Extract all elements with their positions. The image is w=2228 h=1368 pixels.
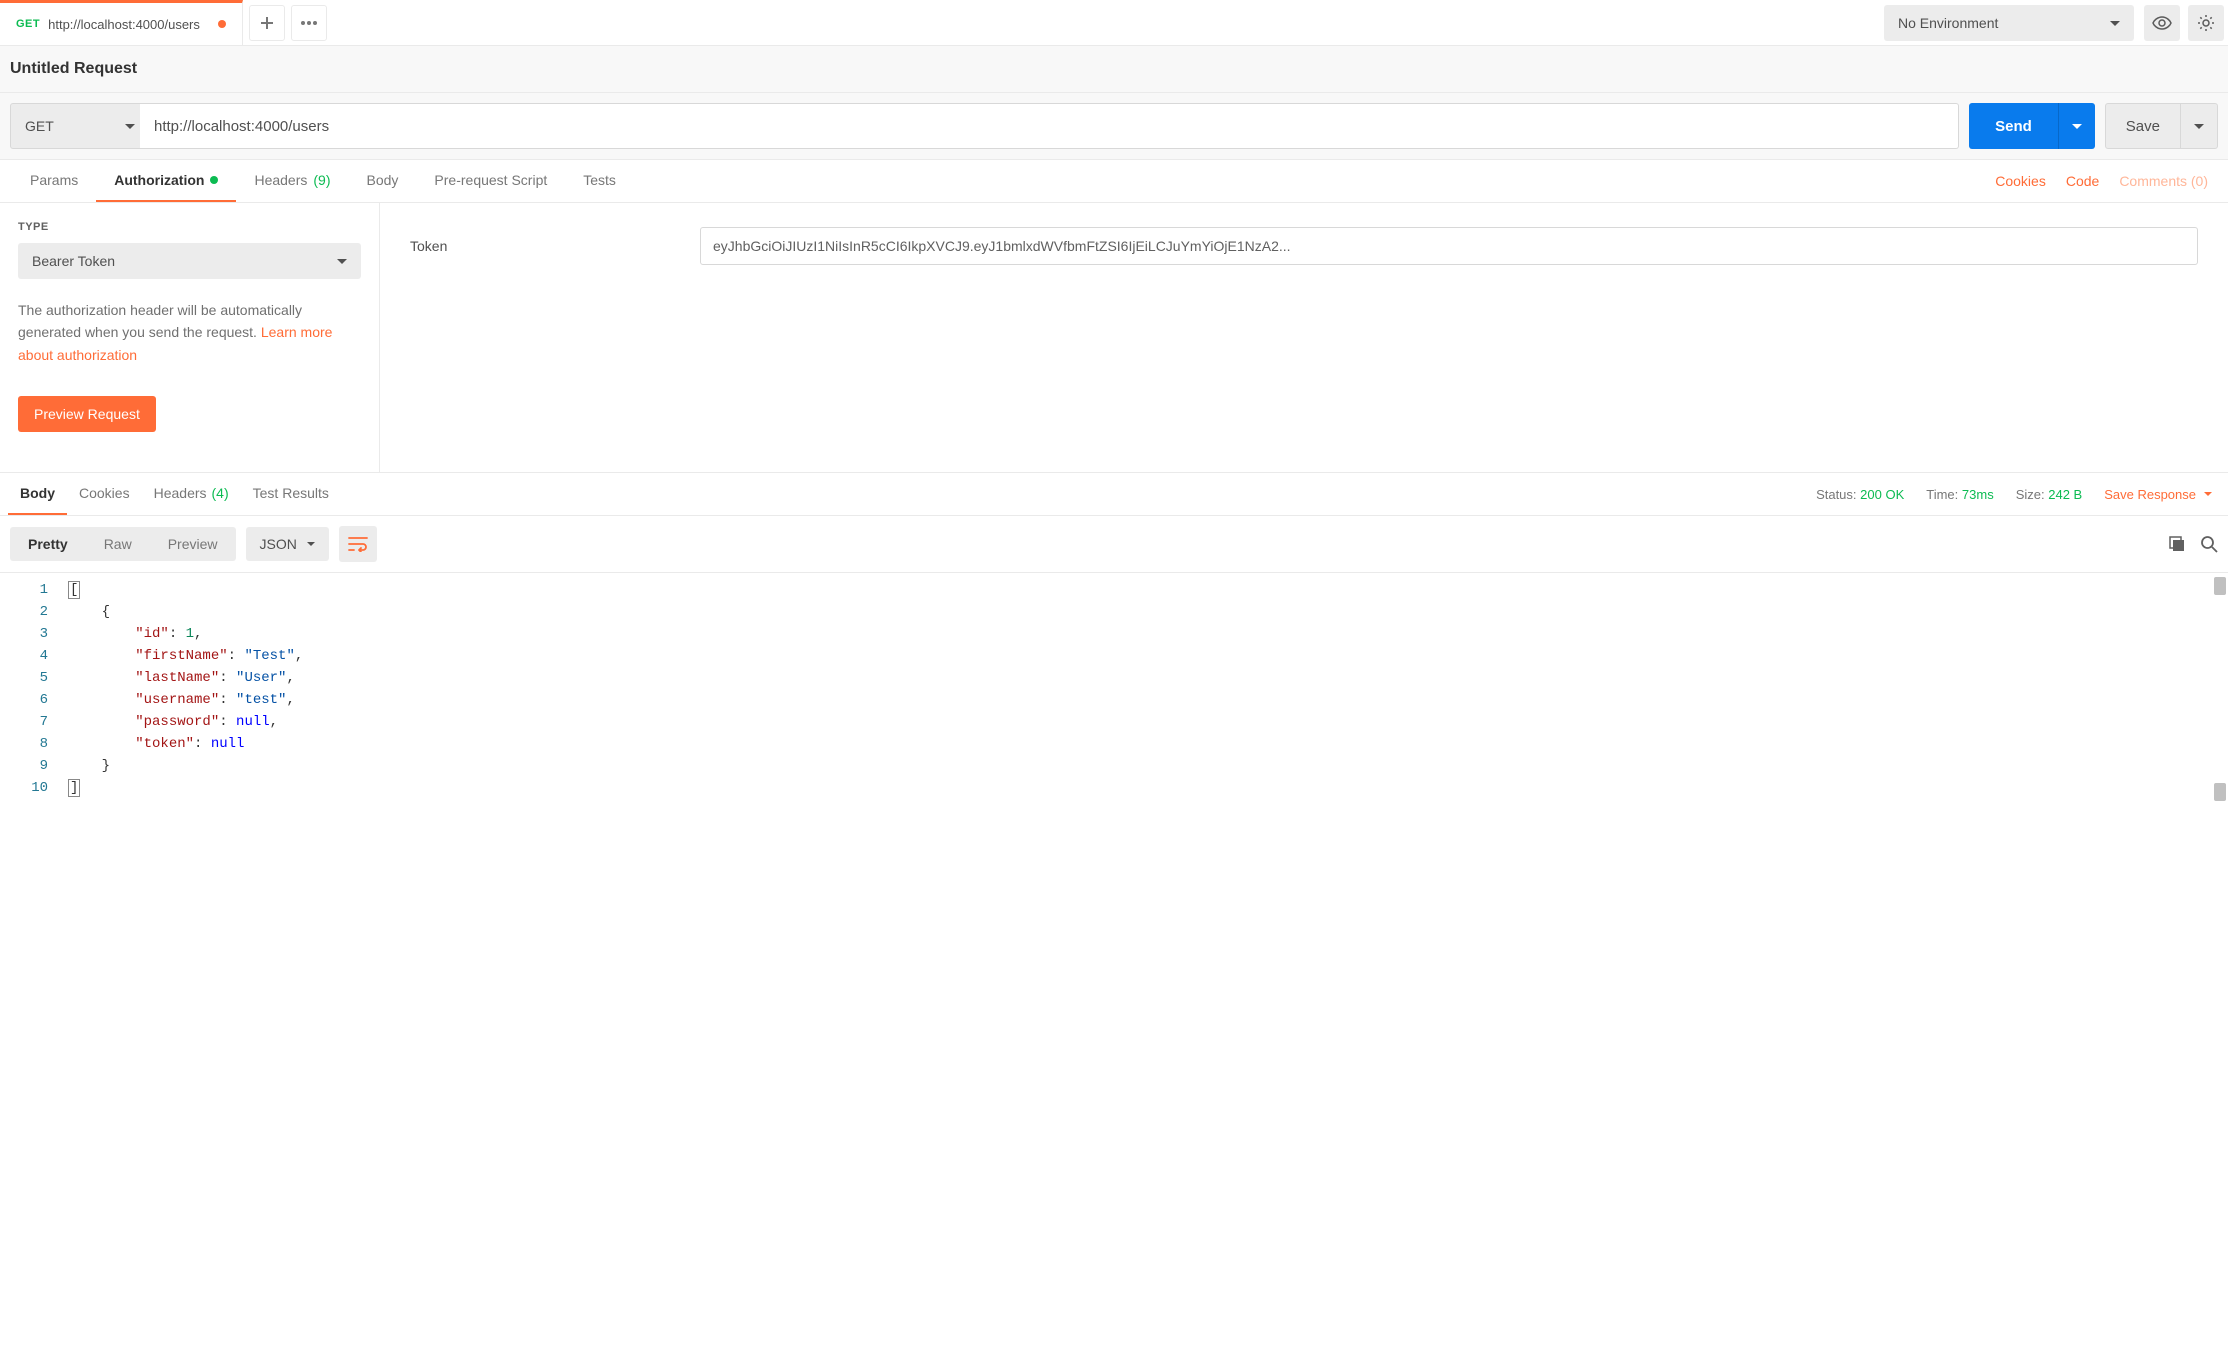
line-gutter: 1 2 3 4 5 6 7 8 9 10	[0, 573, 68, 805]
send-options-button[interactable]	[2059, 103, 2095, 149]
copy-button[interactable]	[2168, 535, 2186, 553]
eye-icon	[2152, 16, 2172, 30]
top-bar: GET http://localhost:4000/users No Envir…	[0, 0, 2228, 46]
tab-body[interactable]: Body	[349, 160, 417, 202]
resp-tab-test-results[interactable]: Test Results	[241, 473, 341, 515]
environment-quicklook-button[interactable]	[2144, 5, 2180, 41]
view-preview[interactable]: Preview	[150, 527, 236, 561]
auth-left-pane: TYPE Bearer Token The authorization head…	[0, 203, 380, 472]
wrap-icon	[348, 536, 368, 552]
search-icon	[2200, 535, 2218, 553]
auth-right-pane: Token	[380, 203, 2228, 472]
scrollbar-thumb[interactable]	[2214, 577, 2226, 595]
time-meta: Time: 73ms	[1926, 487, 1993, 502]
resp-tab-cookies[interactable]: Cookies	[67, 473, 142, 515]
http-method-select[interactable]: GET	[10, 103, 150, 149]
ellipsis-icon	[301, 21, 317, 25]
resp-tab-body[interactable]: Body	[8, 473, 67, 515]
copy-icon	[2168, 535, 2186, 553]
code-line: "username": "test",	[68, 689, 2228, 711]
new-tab-button[interactable]	[249, 5, 285, 41]
format-select[interactable]: JSON	[246, 527, 329, 561]
gear-icon	[2197, 14, 2215, 32]
code-lines[interactable]: [ { "id": 1, "firstName": "Test", "lastN…	[68, 573, 2228, 805]
response-tabs: Body Cookies Headers (4) Test Results St…	[0, 473, 2228, 516]
url-input[interactable]	[140, 103, 1959, 149]
size-meta: Size: 242 B	[2016, 487, 2083, 502]
settings-button[interactable]	[2188, 5, 2224, 41]
save-button[interactable]: Save	[2105, 103, 2218, 149]
save-options-button[interactable]	[2181, 104, 2217, 148]
cookies-link[interactable]: Cookies	[1995, 173, 2046, 189]
chevron-down-icon	[307, 542, 315, 546]
request-title: Untitled Request	[10, 60, 2218, 78]
response-body: 1 2 3 4 5 6 7 8 9 10 [ { "id": 1, "first…	[0, 573, 2228, 805]
send-label: Send	[1969, 103, 2059, 149]
code-line: "token": null	[68, 733, 2228, 755]
code-line: [	[68, 579, 2228, 601]
tab-authorization[interactable]: Authorization	[96, 160, 236, 202]
code-line: }	[68, 755, 2228, 777]
view-pretty[interactable]: Pretty	[10, 527, 86, 561]
auth-type-label: TYPE	[18, 221, 361, 233]
code-line: {	[68, 601, 2228, 623]
authorization-panel: TYPE Bearer Token The authorization head…	[0, 203, 2228, 473]
request-title-row: Untitled Request	[0, 46, 2228, 93]
wrap-lines-button[interactable]	[339, 526, 377, 562]
code-line: ]	[68, 777, 2228, 799]
chevron-down-icon	[2072, 124, 2082, 129]
send-button[interactable]: Send	[1969, 103, 2095, 149]
response-view-controls: Pretty Raw Preview JSON	[0, 516, 2228, 573]
code-line: "password": null,	[68, 711, 2228, 733]
auth-note: The authorization header will be automat…	[18, 299, 361, 366]
tab-params[interactable]: Params	[12, 160, 96, 202]
tab-headers[interactable]: Headers (9)	[236, 160, 348, 202]
chevron-down-icon	[125, 124, 135, 129]
tab-prerequest[interactable]: Pre-request Script	[416, 160, 565, 202]
view-mode-segment: Pretty Raw Preview	[10, 527, 236, 561]
view-raw[interactable]: Raw	[86, 527, 150, 561]
chevron-down-icon	[2110, 21, 2120, 26]
environment-label: No Environment	[1898, 15, 1998, 31]
request-tabs: Params Authorization Headers (9) Body Pr…	[0, 160, 2228, 203]
search-button[interactable]	[2200, 535, 2218, 553]
format-label: JSON	[260, 536, 297, 552]
tab-url: http://localhost:4000/users	[48, 17, 200, 32]
code-line: "lastName": "User",	[68, 667, 2228, 689]
scrollbar-thumb[interactable]	[2214, 783, 2226, 801]
auth-type-select[interactable]: Bearer Token	[18, 243, 361, 279]
code-line: "firstName": "Test",	[68, 645, 2228, 667]
token-label: Token	[410, 238, 670, 254]
unsaved-dot-icon	[218, 20, 226, 28]
auth-type-value: Bearer Token	[32, 253, 115, 269]
chevron-down-icon	[2194, 124, 2204, 129]
chevron-down-icon	[337, 259, 347, 264]
save-response-button[interactable]: Save Response	[2104, 487, 2212, 502]
chevron-down-icon	[2204, 492, 2212, 496]
http-method-label: GET	[25, 118, 54, 134]
tab-options-button[interactable]	[291, 5, 327, 41]
save-label: Save	[2106, 104, 2181, 148]
code-line: "id": 1,	[68, 623, 2228, 645]
code-link[interactable]: Code	[2066, 173, 2099, 189]
tab-method: GET	[16, 18, 40, 30]
preview-request-button[interactable]: Preview Request	[18, 396, 156, 432]
status-meta: Status: 200 OK	[1816, 487, 1904, 502]
response-meta: Status: 200 OK Time: 73ms Size: 242 B Sa…	[1816, 487, 2220, 502]
token-row: Token	[410, 227, 2198, 265]
environment-select[interactable]: No Environment	[1884, 5, 2134, 41]
token-input[interactable]	[700, 227, 2198, 265]
resp-tab-headers[interactable]: Headers (4)	[142, 473, 241, 515]
request-tab[interactable]: GET http://localhost:4000/users	[0, 0, 243, 45]
comments-link[interactable]: Comments (0)	[2119, 173, 2208, 189]
plus-icon	[260, 16, 274, 30]
url-bar: GET Send Save	[0, 93, 2228, 160]
active-dot-icon	[210, 176, 218, 184]
tab-tests[interactable]: Tests	[565, 160, 634, 202]
